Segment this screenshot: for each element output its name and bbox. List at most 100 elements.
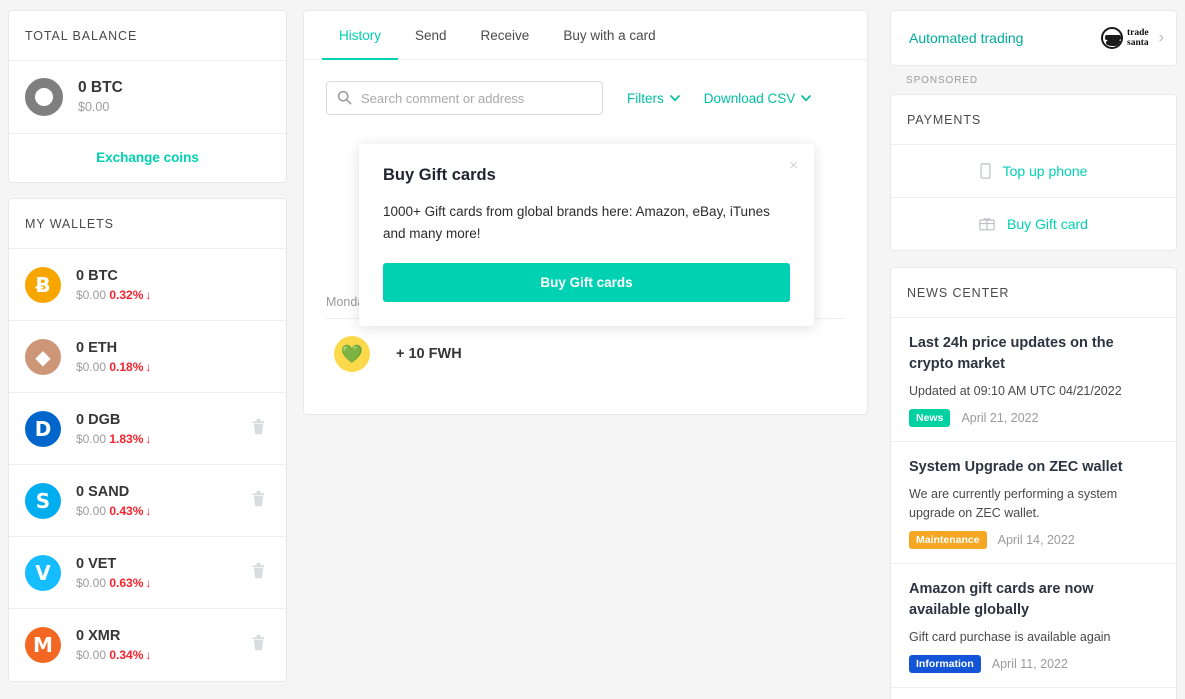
wallet-list: Ƀ0 BTC $0.00 0.32% ↓ ◆ 0 ETH $0.00 0.18% ↓ D 0 D… (9, 249, 286, 681)
wallet-info: 0 ETH $0.00 0.18% ↓ (76, 338, 151, 376)
wallet-info: 0 BTC $0.00 0.32% ↓ (76, 266, 151, 304)
brand-line-2: santa (1127, 38, 1149, 48)
arrow-down-icon: ↓ (145, 431, 152, 446)
chevron-right-icon[interactable]: › (1159, 29, 1164, 47)
payment-label: Top up phone (1002, 163, 1088, 179)
main-content: HistorySendReceiveBuy with a card Filter… (287, 0, 890, 699)
payment-label: Buy Gift card (1007, 216, 1088, 232)
news-title: Amazon gift cards are now available glob… (909, 581, 1094, 618)
transaction-row[interactable]: 💚 + 10 FWH (326, 319, 845, 392)
wallet-amount: 0 BTC (76, 267, 118, 284)
news-item[interactable]: Amazon gift cards are now available glob… (891, 564, 1176, 688)
news-center-heading: NEWS CENTER (891, 268, 1176, 318)
wallet-row[interactable]: Ƀ 0 BTC $0.00 0.32% ↓ (9, 249, 286, 321)
news-date: April 21, 2022 (961, 411, 1039, 425)
tab-history[interactable]: History (322, 11, 399, 60)
brand-line-1: trade (1127, 28, 1149, 38)
wallet-info: 0 VET $0.00 0.63% ↓ (76, 554, 151, 592)
delete-wallet-icon[interactable] (251, 490, 266, 512)
filters-label: Filters (627, 90, 664, 106)
news-title: Last 24h price updates on the crypto mar… (909, 335, 1114, 372)
wallet-amount: 0 SAND (76, 483, 130, 500)
payment-top-up-phone[interactable]: Top up phone (891, 145, 1176, 198)
news-date: April 14, 2022 (997, 533, 1075, 547)
santa-face-icon (1101, 27, 1124, 49)
wallet-fiat: $0.00 (76, 648, 110, 662)
wallet-row[interactable]: M 0 XMR $0.00 0.34% ↓ (9, 609, 286, 681)
automated-trading-ad[interactable]: Automated trading trade santa › (890, 10, 1177, 66)
total-balance-heading: TOTAL BALANCE (9, 11, 286, 61)
heart-icon: 💚 (334, 336, 370, 372)
delete-wallet-icon[interactable] (251, 562, 266, 584)
search-box (326, 81, 603, 115)
wallet-subline: $0.00 0.43% ↓ (76, 502, 151, 520)
balance-donut-icon (25, 78, 63, 116)
news-meta: Maintenance April 14, 2022 (909, 531, 1158, 549)
history-toolbar: Filters Download CSV (304, 60, 867, 115)
wallet-row[interactable]: ◆ 0 ETH $0.00 0.18% ↓ (9, 321, 286, 393)
wallet-row[interactable]: D 0 DGB $0.00 1.83% ↓ (9, 393, 286, 465)
news-item[interactable]: Explore your wallet (891, 688, 1176, 699)
wallet-row[interactable]: S 0 SAND $0.00 0.43% ↓ (9, 465, 286, 537)
close-icon[interactable]: × (789, 158, 798, 173)
wallet-fiat: $0.00 (76, 359, 110, 374)
chevron-down-icon (669, 94, 680, 102)
payments-card: PAYMENTS Top up phone Buy Gift card (890, 94, 1177, 251)
wallet-subline: $0.00 0.32% ↓ (76, 286, 151, 304)
exchange-coins-row: Exchange coins (9, 134, 286, 182)
my-wallets-card: MY WALLETS Ƀ0 BTC $0.00 0.32% ↓ ◆ 0 ETH $0.00… (8, 198, 287, 682)
wallet-info: 0 SAND $0.00 0.43% ↓ (76, 482, 151, 520)
arrow-down-icon: ↓ (145, 503, 152, 518)
wallet-info: 0 DGB $0.00 1.83% ↓ (76, 410, 151, 448)
wallet-info: 0 XMR $0.00 0.34% ↓ (76, 626, 151, 664)
arrow-down-icon: ↓ (145, 287, 152, 302)
payment-buy-gift-card[interactable]: Buy Gift card (891, 198, 1176, 250)
total-balance-amount: 0 BTC (78, 79, 123, 96)
status-badge: Information (909, 655, 981, 673)
wallet-subline: $0.00 0.34% ↓ (76, 646, 151, 664)
news-date: April 11, 2022 (991, 657, 1068, 671)
wallet-subline: $0.00 0.18% ↓ (76, 358, 151, 376)
coin-icon: M (25, 627, 61, 663)
tab-buy-with-a-card[interactable]: Buy with a card (546, 11, 672, 60)
delete-wallet-icon[interactable] (251, 634, 266, 656)
search-input[interactable] (326, 81, 603, 115)
sponsored-label: SPONSORED (906, 75, 979, 86)
delete-wallet-icon[interactable] (251, 418, 266, 440)
arrow-down-icon: ↓ (145, 359, 152, 374)
filters-button[interactable]: Filters (627, 91, 680, 106)
buy-gift-cards-button[interactable]: Buy Gift cards (383, 263, 790, 302)
wallet-subline: $0.00 1.83% ↓ (76, 430, 151, 448)
coin-icon: ◆ (25, 338, 61, 375)
promo-title: Buy Gift cards (383, 166, 496, 184)
arrow-down-icon: ↓ (145, 575, 152, 590)
download-csv-button[interactable]: Download CSV (704, 91, 812, 106)
coin-icon: D (25, 410, 61, 447)
wallet-change-percent: 1.83% (109, 431, 144, 446)
news-item[interactable]: System Upgrade on ZEC wallet We are curre… (891, 442, 1176, 564)
status-badge: News (909, 409, 951, 427)
exchange-coins-link[interactable]: Exchange coins (96, 150, 199, 165)
gift-cards-promo: × Buy Gift cards 1000+ Gift cards from g… (359, 144, 814, 326)
wallet-change-percent: 0.34% (109, 648, 144, 662)
status-badge: Maintenance (909, 531, 987, 549)
total-balance-card: TOTAL BALANCE 0 BTC $0.00 Exchange coins (8, 10, 287, 183)
news-list: Last 24h price updates on the crypto mar… (891, 318, 1176, 699)
payments-heading: PAYMENTS (891, 95, 1176, 145)
wallet-amount: 0 DGB (76, 411, 121, 428)
news-item[interactable]: Last 24h price updates on the crypto mar… (891, 318, 1176, 442)
tradesanta-wordmark: trade santa (1127, 28, 1149, 48)
transaction-amount: + 10 FWH (396, 346, 462, 362)
tab-send[interactable]: Send (398, 11, 464, 60)
left-sidebar: TOTAL BALANCE 0 BTC $0.00 Exchange coins… (0, 0, 287, 699)
total-balance-fiat: $0.00 (78, 100, 110, 114)
wallet-fiat: $0.00 (76, 431, 110, 446)
total-balance-body: 0 BTC $0.00 (9, 61, 286, 134)
wallet-fiat: $0.00 (76, 503, 110, 518)
tab-receive[interactable]: Receive (464, 11, 547, 60)
wallet-amount: 0 ETH (76, 339, 118, 356)
chevron-down-icon (801, 94, 812, 102)
wallet-row[interactable]: V 0 VET $0.00 0.63% ↓ (9, 537, 286, 609)
download-csv-label: Download CSV (703, 90, 796, 106)
news-description: Updated at 09:10 AM UTC 04/21/2022 (909, 384, 1122, 398)
